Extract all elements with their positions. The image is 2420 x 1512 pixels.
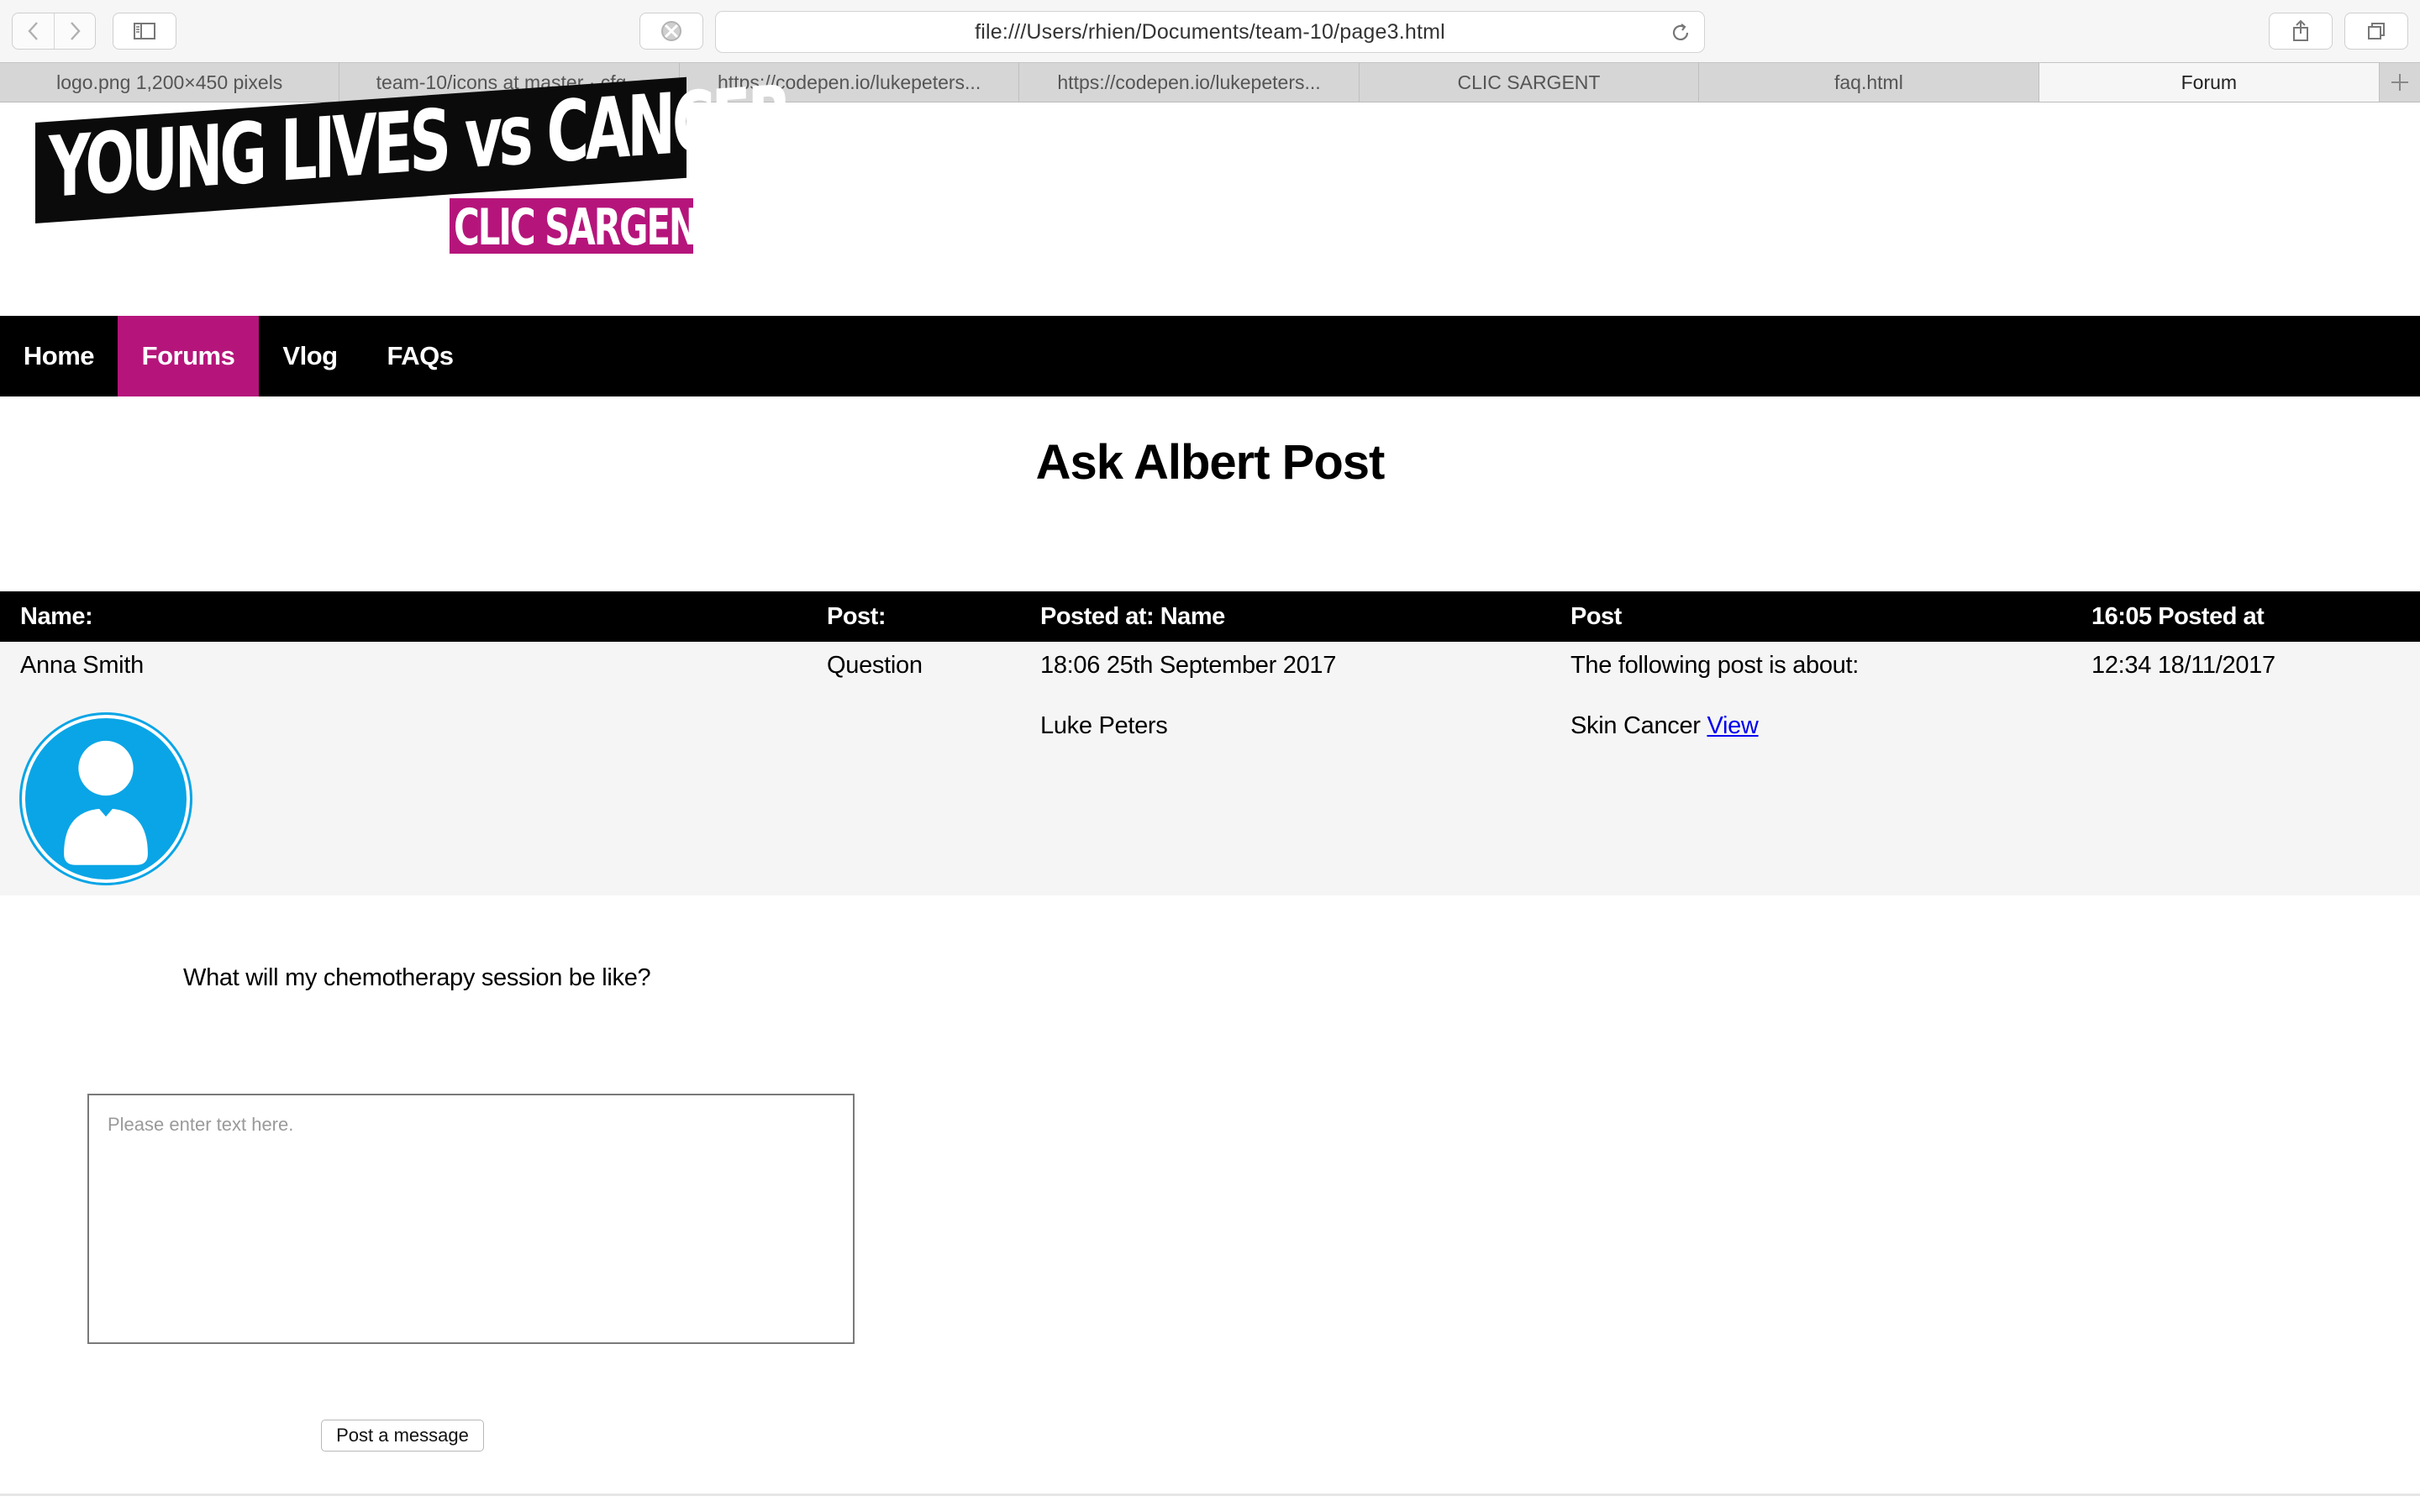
chevron-right-icon	[71, 22, 81, 40]
table-header-row: Name: Post: Posted at: Name Post 16:05 P…	[0, 591, 2420, 642]
nav-home[interactable]: Home	[0, 316, 118, 396]
table-body	[0, 642, 2420, 895]
cell-post-type: Question	[827, 652, 923, 679]
page-title: Ask Albert Post	[1035, 435, 1386, 490]
tabs-overview-icon	[2368, 23, 2385, 39]
logo-line2: CLIC SARGENT	[454, 198, 721, 257]
cell-author-name: Anna Smith	[20, 652, 144, 679]
question-text: What will my chemotherapy session be lik…	[183, 964, 651, 991]
forward-button[interactable]	[54, 13, 95, 49]
header-post-2: Post	[1570, 603, 1622, 630]
tab-clic-sargent[interactable]: CLIC SARGENT	[1360, 63, 1700, 102]
tab-forum[interactable]: Forum	[2039, 63, 2381, 102]
url-text: file:///Users/rhien/Documents/team-10/pa…	[975, 19, 1445, 44]
new-tab-button[interactable]	[2380, 63, 2420, 102]
chevron-left-icon	[27, 22, 38, 40]
view-link[interactable]: View	[1707, 712, 1758, 739]
history-buttons	[12, 13, 96, 50]
site-logo[interactable]: YOUNG LIVES vs CANCER CLIC SARGENT	[35, 66, 788, 259]
user-avatar-icon	[64, 740, 148, 865]
address-bar[interactable]: file:///Users/rhien/Documents/team-10/pa…	[715, 11, 1705, 53]
header-time-posted-at: 16:05 Posted at	[2091, 603, 2265, 630]
blocked-icon	[661, 21, 681, 41]
cell-reply-name: Luke Peters	[1040, 712, 1168, 739]
cell-posted-at: 18:06 25th September 2017	[1040, 652, 1337, 679]
post-message-button[interactable]: Post a message	[321, 1420, 484, 1452]
nav-vlog[interactable]: Vlog	[259, 316, 361, 396]
cell-post-about: The following post is about:	[1570, 652, 1860, 679]
message-textarea[interactable]	[87, 1094, 855, 1344]
share-icon	[2293, 19, 2308, 41]
tab-overview-button[interactable]	[2344, 13, 2408, 50]
header-post: Post:	[827, 603, 886, 630]
header-name: Name:	[20, 603, 93, 630]
content-blocker-button[interactable]	[639, 13, 703, 50]
topic-text: Skin Cancer	[1570, 712, 1701, 739]
nav-forums[interactable]: Forums	[118, 316, 259, 396]
user-avatar[interactable]	[22, 715, 190, 883]
header-posted-at-name: Posted at: Name	[1040, 603, 1225, 630]
sidebar-button[interactable]	[113, 13, 176, 50]
sidebar-icon	[134, 23, 155, 39]
cell-post-topic: Skin Cancer View	[1570, 712, 1759, 740]
tab-faq[interactable]: faq.html	[1699, 63, 2039, 102]
reload-icon[interactable]	[1669, 21, 1692, 45]
tab-logo-png[interactable]: logo.png 1,200×450 pixels	[0, 63, 340, 102]
share-button[interactable]	[2269, 13, 2333, 50]
plus-icon	[2391, 74, 2409, 91]
main-nav: Home Forums Vlog FAQs	[0, 316, 2420, 396]
nav-faqs[interactable]: FAQs	[361, 316, 479, 396]
cell-reply-time: 12:34 18/11/2017	[2091, 652, 2275, 679]
page-bottom-rule	[0, 1494, 2420, 1496]
tab-codepen-2[interactable]: https://codepen.io/lukepeters...	[1019, 63, 1360, 102]
back-button[interactable]	[13, 13, 54, 49]
browser-toolbar: file:///Users/rhien/Documents/team-10/pa…	[0, 0, 2420, 62]
